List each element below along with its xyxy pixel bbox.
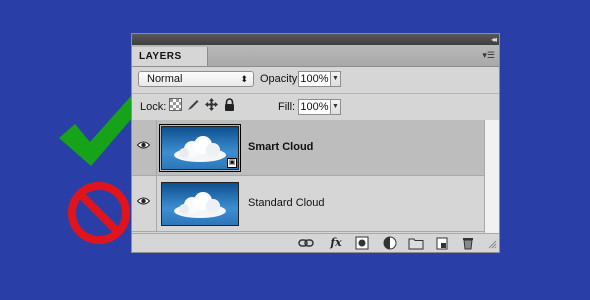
layers-scrollbar[interactable] xyxy=(484,120,499,233)
adjustment-layer-icon[interactable] xyxy=(382,236,398,250)
blend-mode-value: Normal xyxy=(147,73,183,85)
layer-name[interactable]: Standard Cloud xyxy=(248,197,324,209)
prohibited-icon xyxy=(68,182,130,244)
opacity-label: Opacity: xyxy=(260,73,301,85)
panel-title-strip: ◂◂ xyxy=(132,34,499,45)
cloud-image xyxy=(174,136,226,162)
fill-field[interactable]: 100% xyxy=(298,99,331,115)
lock-row: Lock: Fill: 100% ▼ xyxy=(132,94,499,121)
layer-row-standard-cloud[interactable]: Standard Cloud xyxy=(132,176,484,232)
lock-position-icon[interactable] xyxy=(205,98,218,111)
visibility-toggle[interactable] xyxy=(132,176,157,231)
smart-object-icon: ▣ xyxy=(227,158,237,168)
eye-icon xyxy=(137,141,150,149)
blend-mode-select[interactable]: Normal ⬍ xyxy=(138,71,254,87)
lock-label: Lock: xyxy=(140,101,167,113)
link-layers-icon[interactable] xyxy=(298,236,314,250)
layers-list: ▣ Smart Cloud Standard Cloud xyxy=(132,120,484,233)
layer-name[interactable]: Smart Cloud xyxy=(248,141,313,153)
new-group-icon[interactable] xyxy=(408,236,424,250)
visibility-toggle[interactable] xyxy=(132,120,157,175)
cloud-image xyxy=(174,192,226,218)
panel-bottom-bar: fx xyxy=(132,233,499,253)
layer-row-smart-cloud[interactable]: ▣ Smart Cloud xyxy=(132,120,484,176)
collapse-icon[interactable]: ◂◂ xyxy=(491,35,497,44)
delete-layer-icon[interactable] xyxy=(460,236,476,250)
add-mask-icon[interactable] xyxy=(354,236,370,250)
opacity-dropdown-icon[interactable]: ▼ xyxy=(331,71,341,87)
panel-tab-row: LAYERS ▾☰ xyxy=(132,45,499,67)
resize-grip-icon[interactable] xyxy=(487,239,497,249)
lock-transparent-pixels-icon[interactable] xyxy=(169,98,182,111)
select-arrow-icon: ⬍ xyxy=(240,74,248,84)
lock-image-pixels-icon[interactable] xyxy=(187,98,200,111)
new-layer-icon[interactable] xyxy=(434,236,450,250)
checkmark-icon xyxy=(59,96,139,166)
opacity-field[interactable]: 100% xyxy=(298,71,331,87)
fill-dropdown-icon[interactable]: ▼ xyxy=(331,99,341,115)
lock-all-icon[interactable] xyxy=(223,98,236,111)
eye-icon xyxy=(137,197,150,205)
fx-icon[interactable]: fx xyxy=(328,236,344,250)
panel-menu-icon[interactable]: ▾☰ xyxy=(482,50,495,61)
layer-thumbnail[interactable] xyxy=(161,182,239,226)
tab-layers[interactable]: LAYERS xyxy=(132,47,208,66)
layer-thumbnail[interactable]: ▣ xyxy=(159,124,241,172)
layers-panel: ◂◂ LAYERS ▾☰ Normal ⬍ Opacity: 100% ▼ Lo… xyxy=(131,33,500,253)
fill-label: Fill: xyxy=(278,101,296,113)
blend-row: Normal ⬍ Opacity: 100% ▼ xyxy=(132,67,499,94)
